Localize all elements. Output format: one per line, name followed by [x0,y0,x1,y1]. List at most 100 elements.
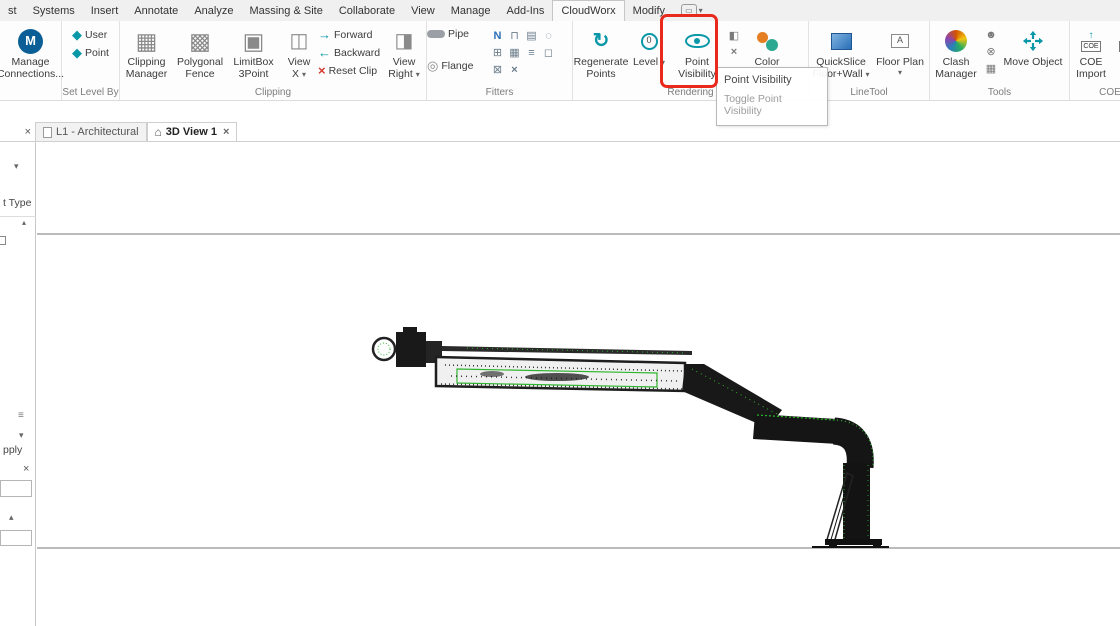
chevron-down-icon[interactable]: ▾ [416,70,420,79]
ribbon-tab-cloudworx[interactable]: CloudWorx [552,0,624,21]
pipe-button[interactable]: Pipe [427,28,489,40]
home-icon: ⌂ [155,125,162,139]
fitters-tool-icon[interactable]: ⊞ [489,44,506,61]
close-icon[interactable]: × [223,126,229,138]
ribbon-tab-analyze[interactable]: Analyze [186,0,241,21]
close-icon[interactable]: × [23,463,29,475]
group-label-clipping: Clipping [120,86,426,100]
fitters-tool-icon[interactable]: ⊓ [506,27,523,44]
chevron-down-icon[interactable]: ▾ [302,70,306,79]
flange-icon: ◎ [427,59,438,72]
view-tab-l1-architectural[interactable]: L1 - Architectural [35,122,147,141]
fitters-tool-icon[interactable]: ▤ [523,27,540,44]
set-level-point-button[interactable]: ◆ Point [72,46,109,59]
ribbon-state-icon: ▭ [681,4,697,17]
chevron-down-icon[interactable]: ▾ [866,70,870,79]
limitbox-label: LimitBox [233,57,273,69]
group-label-tools: Tools [930,86,1069,100]
view-x-button[interactable]: ◫ View X ▾ [280,23,318,80]
ribbon-tab-manage[interactable]: Manage [443,0,499,21]
chevron-up-icon[interactable]: ▴ [9,513,14,521]
regenerate-icon: ↻ [593,31,610,51]
fitters-delete-icon[interactable]: × [506,61,523,78]
chevron-down-icon[interactable]: ▾ [19,431,24,439]
group-coe: ↑ COE COE Import ↑ COE C Exp COE [1070,21,1120,100]
chevron-down-icon[interactable]: ▾ [661,58,665,67]
list-icon[interactable]: ≡ [18,410,24,421]
ribbon-tab-addins[interactable]: Add-Ins [499,0,553,21]
coe-import-button[interactable]: ↑ COE COE Import [1070,23,1112,80]
ribbon-tab-annotate[interactable]: Annotate [126,0,186,21]
clip-forward-button[interactable]: → Forward [318,28,384,41]
reset-clip-button[interactable]: × Reset Clip [318,64,384,77]
diamond-icon: ◆ [72,28,82,41]
view-tab-3d-view-1[interactable]: ⌂ 3D View 1 × [147,122,238,141]
ribbon-tab-collaborate[interactable]: Collaborate [331,0,403,21]
point-visibility-label: Point [685,57,709,69]
fitters-tool-icon[interactable]: ◻ [540,44,557,61]
point-visibility-tooltip: Point Visibility Toggle Point Visibility [716,67,828,126]
ribbon-tab-modify[interactable]: Modify [625,0,673,21]
polygonal-fence-label2: Fence [185,69,214,81]
floor-plan-label: Floor Plan [876,57,924,69]
limitbox-3point-button[interactable]: ▣ LimitBox 3Point [227,23,280,80]
polygonal-fence-button[interactable]: ▩ Polygonal Fence [173,23,227,80]
left-panel-dropdown[interactable]: ▾ [14,162,19,170]
ribbon-tab-insert[interactable]: Insert [83,0,127,21]
rendering-mini-icon[interactable]: ◧ [729,29,739,42]
rendering-mini-close-icon[interactable]: × [731,46,737,58]
view-x-label2: X [292,68,299,80]
fitters-tool-icon[interactable]: N [489,27,506,44]
floor-plan-button[interactable]: A Floor Plan ▾ [873,23,927,77]
fitters-tool-icon[interactable]: ◌ [540,27,557,44]
tools-mini-user-icon[interactable]: ☻ [985,29,997,41]
tools-mini-remove-icon[interactable]: ⊗ [986,45,995,58]
left-panel-input-2[interactable] [0,530,32,546]
group-fitters: Pipe ◎ Flange N ⊓ ▤ ◌ ⊞ ▦ ≡ ◻ ⊠ × Fitter… [427,21,573,100]
left-panel-input[interactable] [0,480,32,497]
fitters-tool-icon[interactable]: ▦ [506,44,523,61]
manage-connections-label2: Connections... [0,69,64,81]
clipping-manager-button[interactable]: ▦ Clipping Manager [120,23,173,80]
regenerate-points-button[interactable]: ↻ Regenerate Points [573,23,629,80]
3d-view-canvas[interactable] [37,143,1120,626]
tooltip-description: Toggle Point Visibility [724,93,820,117]
fitters-tool-icon[interactable]: ⊠ [489,61,506,78]
tools-mini-grid-icon[interactable]: ▦ [986,62,996,75]
left-panel-checkbox[interactable] [0,236,6,245]
coe-import-label2: Import [1076,69,1106,81]
ribbon-options-button[interactable]: ▭ ▾ [673,0,711,21]
ribbon-tab-massing-site[interactable]: Massing & Site [241,0,330,21]
view-right-button[interactable]: ◨ View Right ▾ [384,23,424,80]
close-icon[interactable]: × [25,126,31,138]
ribbon-tab-systems[interactable]: Systems [25,0,83,21]
group-label-manage [0,86,61,100]
limitbox-label2: 3Point [239,69,269,81]
point-visibility-label2: Visibility [678,69,716,81]
ribbon-tab-view[interactable]: View [403,0,443,21]
clip-forward-label: Forward [334,29,373,41]
cloudworx-ribbon: M Manage Connections... ◆ User ◆ Point S… [0,21,1120,101]
color-icon [757,31,778,51]
ribbon-tab-st[interactable]: st [0,0,25,21]
view-right-label2: Right [388,68,413,80]
clash-manager-button[interactable]: Clash Manager [930,23,982,80]
reset-clip-label: Reset Clip [329,65,377,77]
clash-manager-icon [945,30,967,52]
fitters-tool-icon[interactable]: ≡ [523,44,540,61]
group-tools: Clash Manager ☻ ⊗ ▦ Move Object Tools [930,21,1070,100]
coe-export-button[interactable]: ↑ COE C Exp [1112,23,1120,80]
chevron-down-icon[interactable]: ▾ [898,69,902,77]
color-button[interactable]: Color [743,23,791,69]
set-level-user-button[interactable]: ◆ User [72,28,109,41]
flange-label: Flange [441,60,473,72]
move-object-button[interactable]: Move Object [1000,23,1066,69]
clash-manager-label2: Manager [935,69,976,81]
point-cloud-viewport[interactable] [37,143,1120,626]
clip-backward-button[interactable]: ← Backward [318,46,384,59]
sort-icon[interactable]: ▴ [22,219,26,227]
level-button[interactable]: 0 Level ▾ [629,23,669,69]
flange-button[interactable]: ◎ Flange [427,59,489,72]
manage-connections-button[interactable]: M Manage Connections... [0,23,66,80]
set-level-user-label: User [85,29,107,41]
